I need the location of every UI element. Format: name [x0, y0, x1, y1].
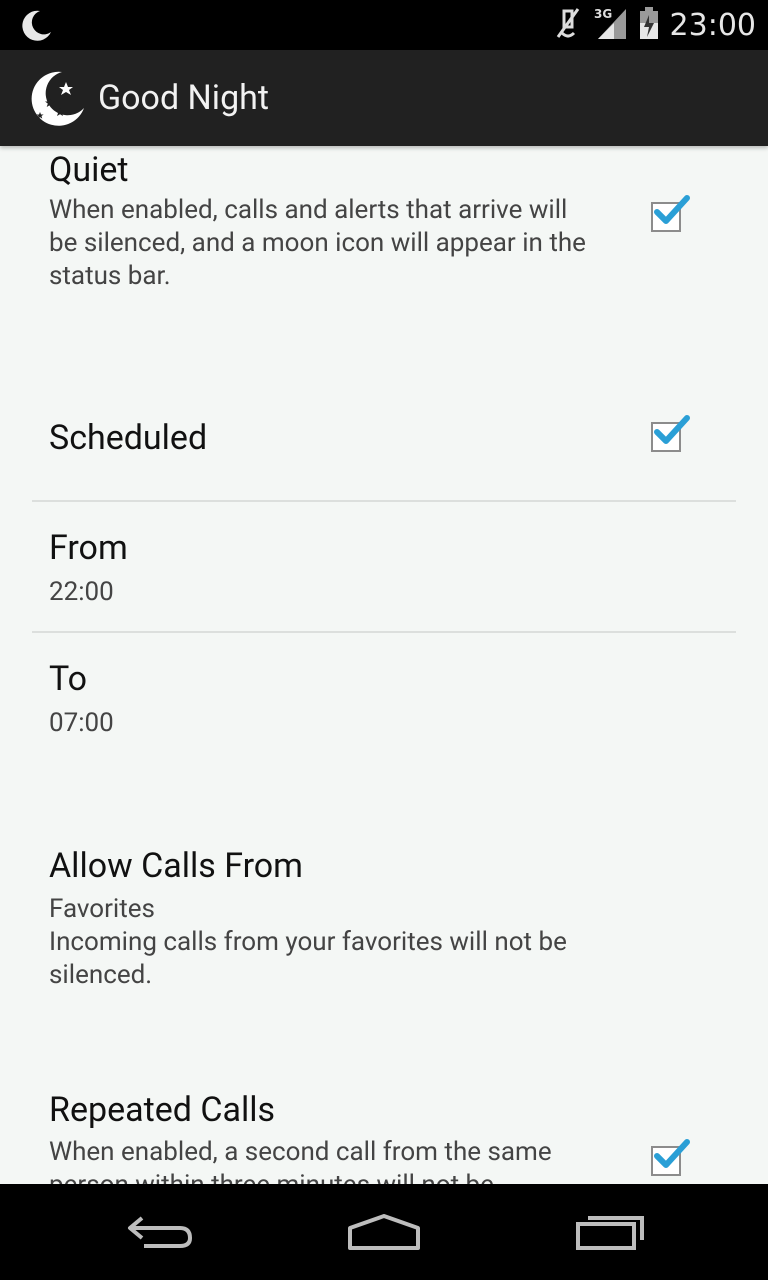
- pref-to[interactable]: To 07:00: [0, 633, 768, 773]
- pref-quiet[interactable]: Quiet When enabled, calls and alerts tha…: [0, 146, 768, 366]
- pref-from[interactable]: From 22:00: [0, 502, 768, 630]
- check-icon: [654, 195, 690, 224]
- signal-icon: 3G: [592, 5, 628, 45]
- pref-allow-calls-from[interactable]: Allow Calls From Favorites Incoming call…: [0, 836, 768, 1016]
- quiet-checkbox[interactable]: [651, 195, 690, 232]
- back-button[interactable]: [100, 1204, 220, 1260]
- pref-title: Allow Calls From: [49, 846, 303, 886]
- pref-title: Repeated Calls: [49, 1090, 276, 1130]
- battery-icon: [638, 5, 660, 45]
- pref-summary: Incoming calls from your favorites will …: [49, 927, 567, 990]
- pref-repeated-calls[interactable]: Repeated Calls When enabled, a second ca…: [0, 1076, 768, 1184]
- pref-title: From: [49, 528, 128, 568]
- mute-icon: [554, 5, 582, 45]
- action-bar: Good Night: [0, 50, 768, 146]
- pref-title: To: [49, 659, 88, 699]
- scheduled-checkbox[interactable]: [651, 415, 690, 452]
- check-icon: [654, 415, 690, 444]
- app-title: Good Night: [98, 78, 270, 118]
- navigation-bar: [0, 1184, 768, 1280]
- status-time: 23:00: [669, 7, 756, 43]
- status-bar: 3G 23:00: [0, 0, 768, 50]
- preferences-list: Quiet When enabled, calls and alerts tha…: [0, 146, 768, 1184]
- check-icon: [654, 1139, 690, 1168]
- home-button[interactable]: [324, 1204, 444, 1260]
- pref-summary: 22:00: [49, 577, 114, 607]
- pref-scheduled[interactable]: Scheduled: [0, 386, 768, 496]
- moon-icon: [18, 8, 54, 48]
- recents-button[interactable]: [550, 1204, 670, 1260]
- pref-summary: When enabled, calls and alerts that arri…: [49, 195, 586, 291]
- repeated-calls-checkbox[interactable]: [651, 1139, 690, 1176]
- recents-icon: [576, 1216, 644, 1250]
- home-icon: [348, 1214, 420, 1250]
- network-type-label: 3G: [594, 7, 612, 21]
- back-icon: [128, 1216, 193, 1248]
- moon-stars-icon[interactable]: [26, 68, 86, 132]
- pref-summary: When enabled, a second call from the sam…: [49, 1137, 552, 1184]
- pref-summary-selected: Favorites: [49, 894, 155, 924]
- pref-summary: 07:00: [49, 708, 114, 738]
- pref-title: Scheduled: [49, 418, 208, 458]
- pref-title: Quiet: [49, 150, 129, 190]
